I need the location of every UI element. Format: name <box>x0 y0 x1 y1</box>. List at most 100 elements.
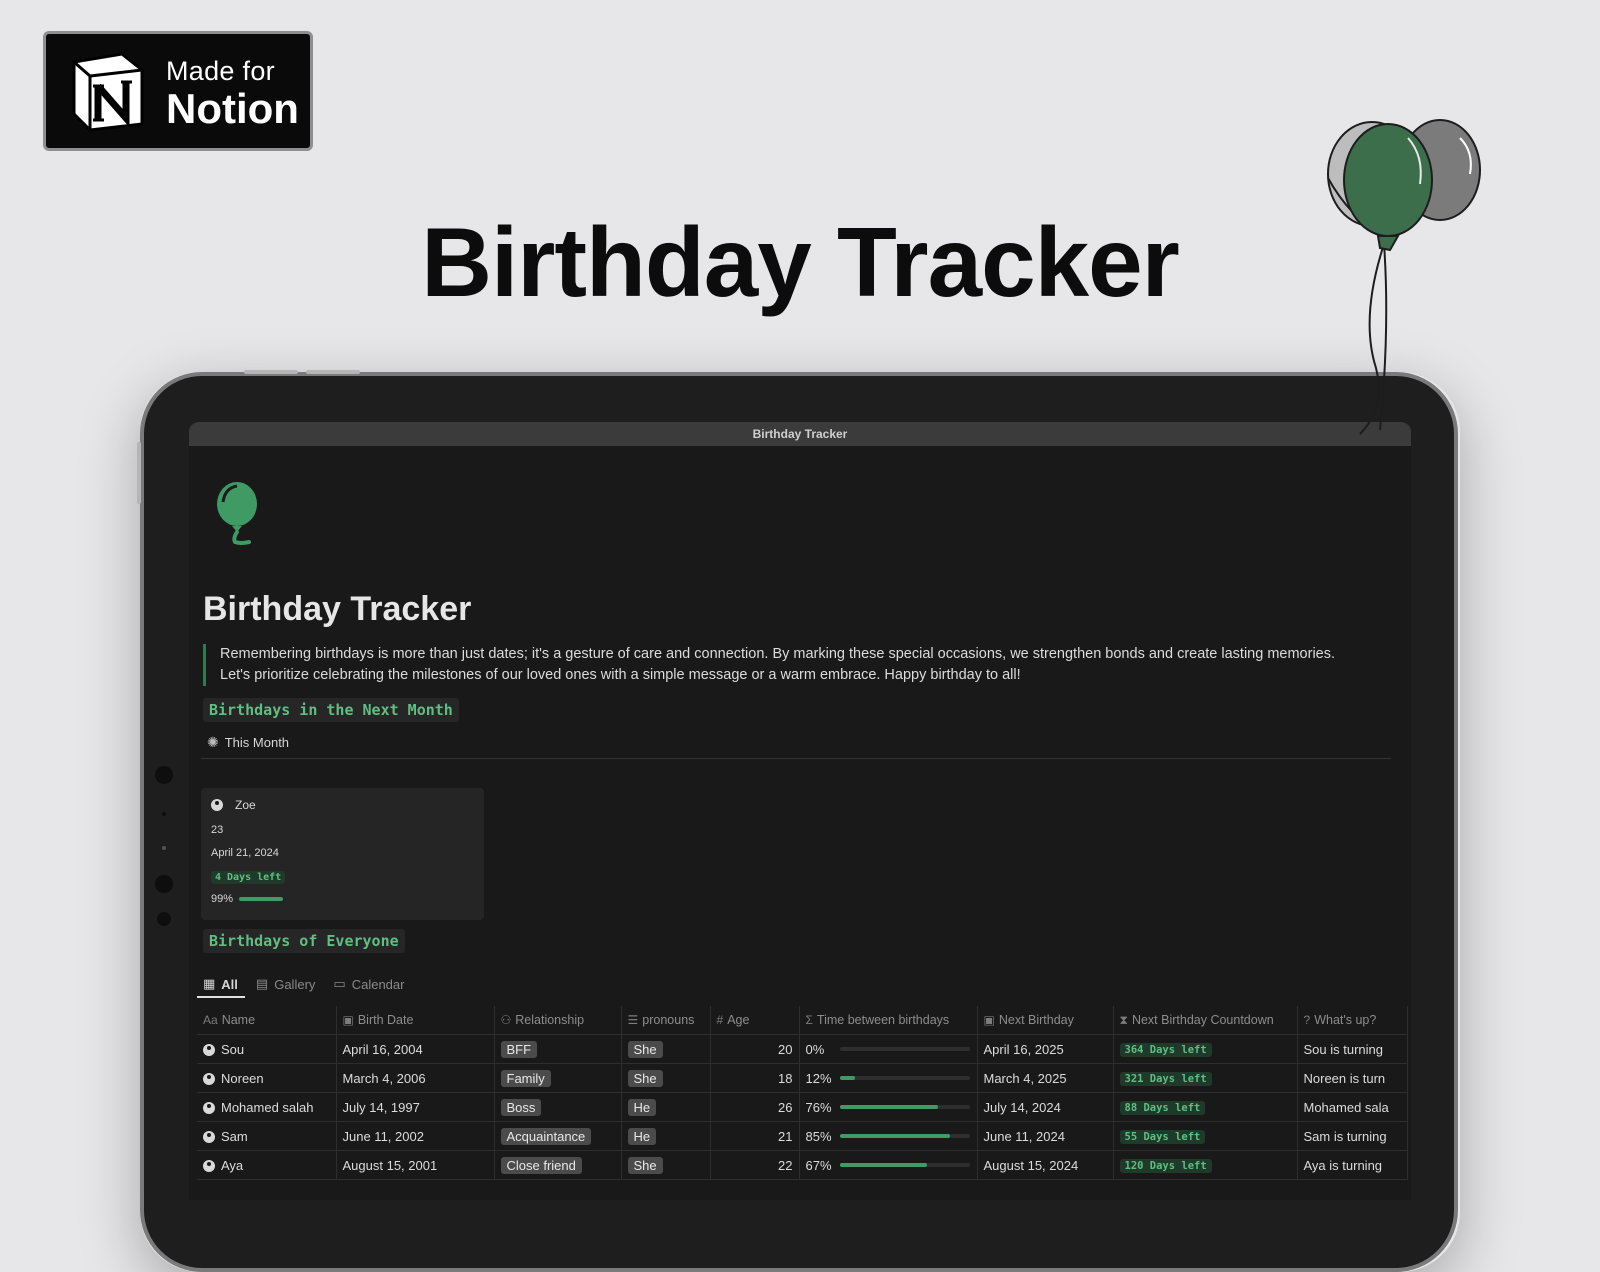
tab-calendar[interactable]: ▭ Calendar <box>333 976 404 992</box>
column-label: Time between birthdays <box>816 1013 950 1027</box>
row-name: Noreen <box>221 1070 264 1086</box>
table-cell[interactable]: 21 <box>710 1121 800 1151</box>
table-cell[interactable]: 20 <box>710 1034 800 1064</box>
table-cell[interactable]: 0% <box>799 1034 978 1064</box>
tablet-side-button <box>137 442 141 504</box>
row-next-birthday: June 11, 2024 <box>983 1128 1065 1144</box>
table-cell[interactable]: April 16, 2004 <box>336 1034 495 1064</box>
table-cell[interactable]: 120 Days left <box>1113 1150 1298 1180</box>
table-cell[interactable]: Sam <box>197 1121 337 1151</box>
column-header[interactable]: Σ Time between birthdays <box>799 1006 978 1035</box>
column-header[interactable]: ▣ Next Birthday <box>977 1006 1114 1035</box>
card-progress-fill <box>239 897 283 901</box>
column-header[interactable]: # Age <box>710 1006 800 1035</box>
table-cell[interactable]: June 11, 2024 <box>977 1121 1114 1151</box>
view-label: This Month <box>224 735 290 750</box>
table-cell[interactable]: March 4, 2025 <box>977 1063 1114 1093</box>
table-cell[interactable]: Boss <box>494 1092 622 1122</box>
person-icon <box>203 1159 215 1172</box>
birthday-card[interactable]: Zoe 23 April 21, 2024 4 Days left 99% <box>201 788 484 920</box>
tab-all[interactable]: ▦ All <box>203 976 238 992</box>
column-label: Name <box>221 1013 256 1027</box>
table-cell[interactable]: 364 Days left <box>1113 1034 1298 1064</box>
column-type-icon: ▣ <box>983 1013 995 1027</box>
column-header[interactable]: ? What's up? <box>1297 1006 1408 1035</box>
table-cell[interactable]: March 4, 2006 <box>336 1063 495 1093</box>
table-cell[interactable]: 26 <box>710 1092 800 1122</box>
row-next-birthday: July 14, 2024 <box>983 1099 1061 1115</box>
card-name: Zoe <box>235 798 256 812</box>
table-cell[interactable]: 88 Days left <box>1113 1092 1298 1122</box>
column-type-icon: # <box>716 1013 724 1027</box>
table-cell[interactable]: Noreen is turn <box>1297 1063 1408 1093</box>
table-cell[interactable]: 85% <box>799 1121 978 1151</box>
row-percent: 0% <box>805 1041 825 1057</box>
table-cell[interactable]: 18 <box>710 1063 800 1093</box>
table-cell[interactable]: Mohamed sala <box>1297 1092 1408 1122</box>
table-cell[interactable]: She <box>621 1150 711 1180</box>
table-cell[interactable]: He <box>621 1092 711 1122</box>
table-cell[interactable]: He <box>621 1121 711 1151</box>
table-cell[interactable]: July 14, 2024 <box>977 1092 1114 1122</box>
column-label: What's up? <box>1314 1013 1377 1027</box>
table-cell[interactable]: Acquaintance <box>494 1121 622 1151</box>
table-cell[interactable]: Noreen <box>197 1063 337 1093</box>
person-icon <box>203 1130 215 1143</box>
row-birth-date: April 16, 2004 <box>342 1041 423 1057</box>
table-cell[interactable]: 22 <box>710 1150 800 1180</box>
table-cell[interactable]: 55 Days left <box>1113 1121 1298 1151</box>
pronoun-tag: She <box>627 1069 663 1087</box>
table-row[interactable]: Aya August 15, 2001 Close friend She 22 67% Au… <box>197 1150 1408 1180</box>
row-whats-up: Sou is turning <box>1303 1041 1384 1057</box>
table-cell[interactable]: Sou <box>197 1034 337 1064</box>
table-cell[interactable]: June 11, 2002 <box>336 1121 495 1151</box>
row-name: Sou <box>221 1041 245 1057</box>
pronoun-tag: He <box>627 1127 657 1145</box>
table-cell[interactable]: Close friend <box>494 1150 622 1180</box>
table-cell[interactable]: Sou is turning <box>1297 1034 1408 1064</box>
notion-logo-icon <box>72 52 144 132</box>
column-label: pronouns <box>642 1013 695 1027</box>
relationship-tag: BFF <box>500 1040 538 1058</box>
countdown-pill: 364 Days left <box>1119 1043 1212 1057</box>
progress-bar <box>839 1105 970 1109</box>
badge-text: Made for Notion <box>166 56 299 132</box>
table-cell[interactable]: 12% <box>799 1063 978 1093</box>
table-cell[interactable]: She <box>621 1034 711 1064</box>
table-cell[interactable]: Aya is turning <box>1297 1150 1408 1180</box>
table-cell[interactable]: Aya <box>197 1150 337 1180</box>
table-cell[interactable]: Sam is turning <box>1297 1121 1408 1151</box>
table-row[interactable]: Sam June 11, 2002 Acquaintance He 21 85% June … <box>197 1121 1408 1151</box>
tab-gallery[interactable]: ▤ Gallery <box>256 976 315 992</box>
table-cell[interactable]: 67% <box>799 1150 978 1180</box>
table-row[interactable]: Mohamed salah July 14, 1997 Boss He 26 76% Jul… <box>197 1092 1408 1122</box>
table-cell[interactable]: BFF <box>494 1034 622 1064</box>
table-cell[interactable]: Mohamed salah <box>197 1092 337 1122</box>
page-title: Birthday Tracker <box>203 590 472 628</box>
table-cell[interactable]: August 15, 2024 <box>977 1150 1114 1180</box>
table-row[interactable]: Noreen March 4, 2006 Family She 18 12% March 4… <box>197 1063 1408 1093</box>
card-countdown: 4 Days left <box>211 871 286 884</box>
camera-dot <box>162 846 166 850</box>
column-header[interactable]: ⧗ Next Birthday Countdown <box>1113 1006 1298 1035</box>
table-cell[interactable]: August 15, 2001 <box>336 1150 495 1180</box>
table-cell[interactable]: She <box>621 1063 711 1093</box>
gallery-icon: ▤ <box>255 976 269 991</box>
relationship-tag: Boss <box>500 1098 542 1116</box>
column-header[interactable]: ⚇ Relationship <box>494 1006 622 1035</box>
pronoun-tag: She <box>627 1040 663 1058</box>
column-label: Next Birthday Countdown <box>1131 1012 1274 1027</box>
table-cell[interactable]: July 14, 1997 <box>336 1092 495 1122</box>
table-cell[interactable]: 321 Days left <box>1113 1063 1298 1093</box>
column-header[interactable]: ☰ pronouns <box>621 1006 711 1035</box>
row-name: Aya <box>221 1157 244 1173</box>
table-cell[interactable]: April 16, 2025 <box>977 1034 1114 1064</box>
column-header[interactable]: ▣ Birth Date <box>336 1006 495 1035</box>
row-age: 26 <box>778 1099 793 1115</box>
view-this-month[interactable]: ✺ This Month <box>207 734 289 751</box>
column-header[interactable]: Aa Name <box>197 1006 337 1035</box>
table-cell[interactable]: 76% <box>799 1092 978 1122</box>
table-cell[interactable]: Family <box>494 1063 622 1093</box>
table-row[interactable]: Sou April 16, 2004 BFF She 20 0% April 16, 202… <box>197 1034 1408 1064</box>
progress-bar <box>839 1163 970 1167</box>
